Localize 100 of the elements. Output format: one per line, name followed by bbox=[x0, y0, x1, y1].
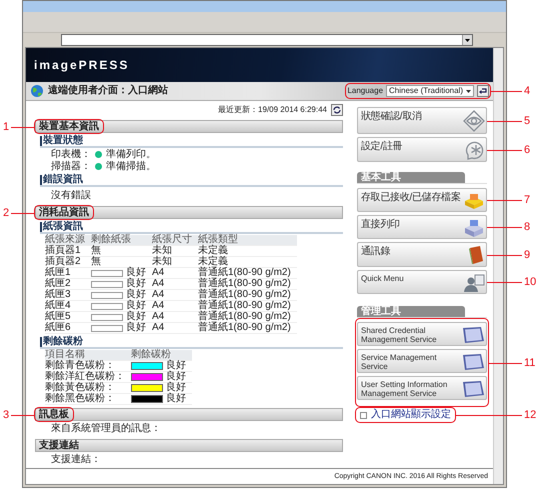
table-cell: A4 bbox=[152, 290, 198, 301]
tool-button[interactable]: 狀態確認/取消 bbox=[357, 107, 487, 134]
column-header: 紙張尺寸 bbox=[152, 235, 198, 246]
callout-number: 4 bbox=[524, 85, 530, 97]
leader-line bbox=[487, 282, 522, 283]
page-title: 遠端使用者介面：入口網站 bbox=[48, 85, 169, 97]
table-cell: 良好 bbox=[126, 268, 146, 278]
refresh-button[interactable] bbox=[331, 104, 343, 116]
section-title: 裝置基本資訊 bbox=[38, 121, 100, 132]
callout-number: 6 bbox=[524, 144, 530, 156]
language-label: Language bbox=[347, 86, 384, 96]
table-cell: 良好 bbox=[126, 290, 146, 300]
column-header: 剩餘紙張 bbox=[91, 235, 152, 246]
table-cell: 未定義 bbox=[198, 246, 297, 257]
leader-line bbox=[11, 415, 34, 416]
leader-line bbox=[11, 213, 34, 214]
table-cell: 未定義 bbox=[198, 257, 297, 268]
address-field[interactable] bbox=[61, 34, 473, 46]
status-text: 準備列印。 bbox=[106, 149, 156, 160]
group-header: 管理工具 bbox=[357, 306, 465, 317]
status-text: 準備掃描。 bbox=[106, 160, 156, 172]
table-cell: 良好 bbox=[166, 383, 186, 393]
last-update: 最近更新：19/09 2014 6:29:44 bbox=[218, 105, 327, 115]
eye-icon bbox=[463, 110, 485, 132]
gear-icon bbox=[463, 140, 485, 160]
table-cell: 無 bbox=[91, 246, 101, 256]
info-text: 沒有錯誤 bbox=[50, 188, 92, 203]
callout-number: 12 bbox=[524, 409, 536, 421]
table-cell: 良好 bbox=[166, 361, 186, 371]
section-title: 支援連結 bbox=[38, 440, 80, 451]
tool-button[interactable]: Shared Credential Management Service bbox=[357, 322, 487, 346]
table-cell: 良好 bbox=[166, 394, 186, 404]
subsection-title: 裝置狀態 bbox=[40, 136, 343, 148]
group-header: 基本工具 bbox=[357, 172, 465, 183]
table-cell: 插頁器1 bbox=[45, 246, 91, 257]
callout-number: 11 bbox=[524, 357, 536, 369]
leader-line bbox=[487, 150, 522, 151]
leader-line bbox=[487, 255, 522, 256]
table-cell: A4 bbox=[152, 323, 198, 334]
section-title: 訊息板 bbox=[38, 409, 70, 420]
portal-settings-link[interactable]: 入口網站顯示設定 bbox=[357, 409, 454, 421]
callout-number: 10 bbox=[524, 276, 536, 288]
table-cell: 普通紙1(80-90 g/m2) bbox=[198, 301, 297, 312]
tool-button[interactable]: 設定/註冊 bbox=[357, 137, 487, 162]
leader-line bbox=[11, 127, 34, 128]
leader-line bbox=[487, 200, 522, 201]
table-cell: 普通紙1(80-90 g/m2) bbox=[198, 312, 297, 323]
monitor-icon bbox=[461, 380, 485, 398]
table-cell: 良好 bbox=[126, 301, 146, 311]
leader-line bbox=[491, 91, 522, 92]
status-label: 掃描器： bbox=[51, 160, 91, 172]
table-cell: A4 bbox=[152, 279, 198, 290]
tool-button[interactable]: Quick Menu bbox=[357, 270, 487, 294]
callout-number: 1 bbox=[3, 121, 10, 133]
callout-number: 3 bbox=[3, 409, 10, 421]
tool-button[interactable]: 通訊錄 bbox=[357, 242, 487, 267]
table-cell: 未知 bbox=[152, 257, 198, 268]
column-header: 紙張類型 bbox=[198, 235, 297, 246]
caret-icon bbox=[466, 90, 471, 92]
leader-line bbox=[487, 227, 522, 228]
monitor-icon bbox=[461, 326, 485, 344]
callout-number: 8 bbox=[524, 221, 530, 233]
leader-line bbox=[456, 415, 522, 416]
tool-button[interactable]: Service Management Service bbox=[357, 349, 487, 373]
table-cell: 良好 bbox=[126, 279, 146, 289]
leader-line bbox=[489, 363, 522, 364]
monitor-icon bbox=[461, 353, 485, 371]
table-cell: 良好 bbox=[166, 372, 186, 382]
language-select[interactable]: Chinese (Traditional) bbox=[386, 85, 474, 97]
product-name: imagePRESS bbox=[34, 58, 130, 72]
column-header: 項目名稱 bbox=[45, 350, 131, 361]
table-cell: 剩餘黑色碳粉： bbox=[45, 394, 131, 405]
section-title: 消耗品資訊 bbox=[38, 207, 90, 218]
column-header: 紙張來源 bbox=[45, 235, 91, 246]
leader-line bbox=[487, 121, 522, 122]
callout-number: 2 bbox=[3, 207, 10, 219]
table-cell: A4 bbox=[152, 268, 198, 279]
table-cell: 普通紙1(80-90 g/m2) bbox=[198, 323, 297, 334]
table-cell: 良好 bbox=[126, 312, 146, 322]
apply-button[interactable] bbox=[477, 85, 489, 97]
status-dot bbox=[95, 151, 102, 158]
user-icon bbox=[463, 274, 485, 292]
tray-icon bbox=[463, 192, 485, 210]
info-text: 來自系統管理員的訊息： bbox=[50, 422, 162, 436]
table-cell: 普通紙1(80-90 g/m2) bbox=[198, 279, 297, 290]
tool-button[interactable]: User Setting Information Management Service bbox=[357, 376, 487, 400]
column-header: 剩餘碳粉 bbox=[131, 350, 192, 361]
table-cell: A4 bbox=[152, 312, 198, 323]
status-label: 印表機： bbox=[51, 149, 91, 160]
subsection-title: 錯誤資訊 bbox=[40, 175, 343, 187]
status-dot bbox=[95, 162, 102, 170]
info-text: 支援連結： bbox=[50, 452, 102, 467]
table-cell: 插頁器2 bbox=[45, 257, 91, 268]
tool-button[interactable]: 存取已接收/已儲存檔案 bbox=[357, 188, 487, 212]
tool-button[interactable]: 直接列印 bbox=[357, 215, 487, 239]
table-cell: A4 bbox=[152, 301, 198, 312]
table-cell: 未知 bbox=[152, 246, 198, 257]
table-cell: 普通紙1(80-90 g/m2) bbox=[198, 268, 297, 279]
scrollbar[interactable] bbox=[493, 48, 503, 484]
callout-number: 5 bbox=[524, 115, 530, 127]
